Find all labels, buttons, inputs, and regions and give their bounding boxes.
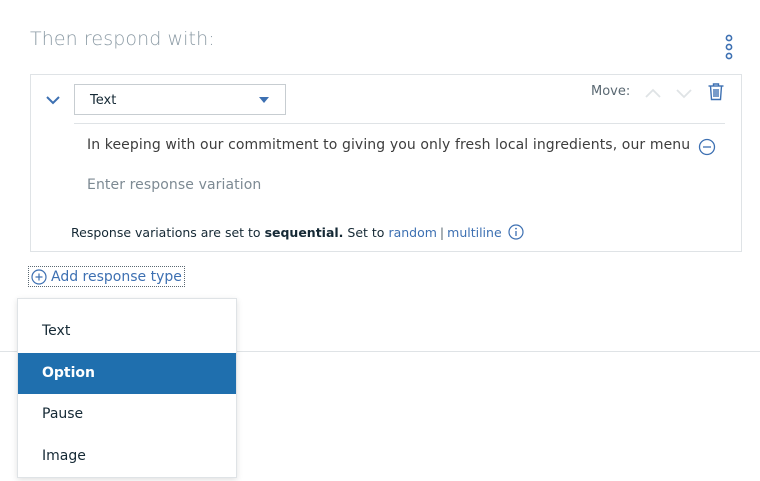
random-link[interactable]: random xyxy=(388,225,436,240)
response-type-value: Text xyxy=(90,93,117,108)
response-variation-text[interactable]: In keeping with our commitment to giving… xyxy=(87,137,691,157)
settings-separator: | xyxy=(439,225,445,240)
multiline-link[interactable]: multiline xyxy=(447,225,502,240)
settings-prefix: Response variations are set to xyxy=(71,225,265,240)
settings-mode: sequential. xyxy=(264,225,344,240)
move-down-icon[interactable] xyxy=(675,86,693,100)
menu-item-image[interactable]: Image xyxy=(18,436,236,477)
settings-set-to: Set to xyxy=(343,225,389,240)
move-up-icon[interactable] xyxy=(644,86,662,100)
chevron-down-icon[interactable] xyxy=(44,91,62,109)
move-label: Move: xyxy=(591,84,631,99)
overflow-menu-icon[interactable] xyxy=(722,34,736,60)
menu-item-option[interactable]: Option xyxy=(18,353,236,394)
divider xyxy=(74,123,725,124)
add-circle-icon xyxy=(31,269,47,285)
menu-item-pause[interactable]: Pause xyxy=(18,394,236,435)
add-response-type-button[interactable]: Add response type xyxy=(28,266,185,287)
trash-icon[interactable] xyxy=(707,82,725,101)
menu-item-text[interactable]: Text xyxy=(18,311,236,352)
page-title: Then respond with: xyxy=(30,28,215,50)
add-response-type-label: Add response type xyxy=(51,269,182,285)
response-type-menu: Text Option Pause Image xyxy=(17,298,237,478)
variation-settings: Response variations are set to sequentia… xyxy=(71,224,524,240)
response-variation-input[interactable] xyxy=(87,175,687,195)
response-type-select[interactable]: Text xyxy=(74,84,286,115)
info-icon[interactable] xyxy=(508,224,524,240)
remove-variation-icon[interactable] xyxy=(698,138,716,156)
caret-down-icon xyxy=(259,97,269,103)
